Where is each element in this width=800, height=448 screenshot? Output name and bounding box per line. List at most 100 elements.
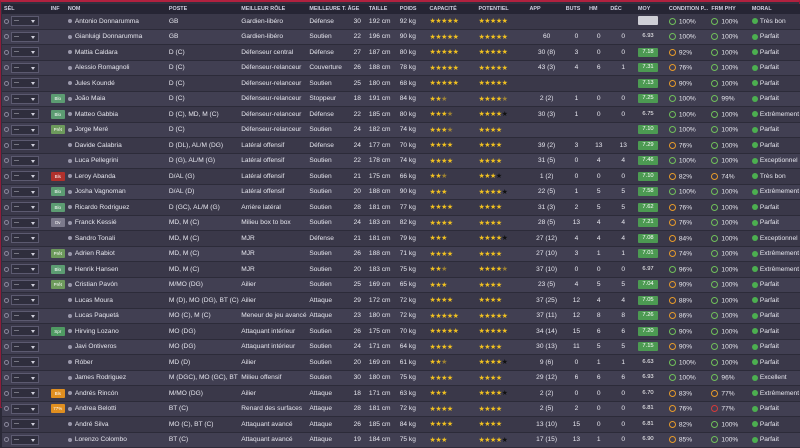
player-name[interactable]: Lucas Moura (75, 297, 113, 304)
selection-dropdown[interactable]: — (11, 388, 39, 399)
selection-dropdown[interactable]: — (11, 372, 39, 383)
player-name[interactable]: Javi Ontiveros (75, 343, 117, 350)
player-row[interactable]: — Spr Hirving Lozano MO (DG) Attaquant intér… (2, 323, 800, 340)
selection-dropdown[interactable]: — (11, 78, 39, 89)
select-radio[interactable] (4, 65, 9, 71)
select-radio[interactable] (4, 266, 9, 272)
select-radio[interactable] (4, 313, 9, 319)
selection-dropdown[interactable]: — (11, 202, 39, 213)
status-badge[interactable]: Blo (50, 94, 65, 104)
column-header-match-fitness[interactable]: FRM PHY (709, 4, 750, 14)
player-row[interactable]: — Róber MD (D) Ailier Soutien 20 169 cm 61 kg ★★… (2, 354, 800, 371)
player-name-cell[interactable]: Lorenzo Colombo (65, 432, 167, 448)
player-row[interactable]: — Jules Koundé D (C) Défenseur-relanceur Sou… (2, 75, 800, 92)
player-name-cell[interactable]: Luca Pellegrini (65, 153, 167, 169)
column-header-name[interactable]: NOM (65, 4, 167, 14)
player-row[interactable]: — Javi Ontiveros MO (DG) Attaquant intérieu… (2, 339, 800, 355)
player-name-cell[interactable]: Lucas Moura (65, 292, 167, 309)
player-row[interactable]: — Blo Henrik Hansen MD, M (C) MJR Soutien 20 18… (2, 261, 800, 278)
player-name-cell[interactable]: Davide Calabria (65, 137, 167, 154)
player-name[interactable]: Franck Kessié (75, 219, 117, 226)
selection-dropdown[interactable]: — (11, 171, 39, 182)
status-badge[interactable]: Prêt (50, 125, 65, 135)
selection-dropdown[interactable]: — (11, 248, 39, 259)
selection-dropdown[interactable]: — (11, 357, 39, 368)
column-header-position[interactable]: POSTE (166, 4, 240, 14)
player-row[interactable]: — Lorenzo Colombo BT (C) Attaquant avancé At… (2, 432, 800, 448)
player-row[interactable]: — Dv Franck Kessié MD, M (C) Milieu box to b… (2, 215, 800, 231)
column-header-morale[interactable]: MORAL (749, 4, 800, 14)
selection-dropdown[interactable]: — (11, 16, 39, 27)
player-name-cell[interactable]: Ricardo Rodriguez (65, 199, 167, 216)
select-radio[interactable] (4, 34, 9, 40)
selection-dropdown[interactable]: — (11, 233, 39, 244)
player-row[interactable]: — André Silva MO (C), BT (C) Attaquant avan… (2, 416, 800, 433)
player-name-cell[interactable]: Cristian Pavón (65, 277, 167, 293)
player-row[interactable]: — Blo Matteo Gabbia D (C), MD, M (C) Défense… (2, 106, 800, 123)
column-header-avg-rating[interactable]: MOY (636, 4, 667, 14)
player-name[interactable]: Adrien Rabiot (75, 250, 115, 257)
player-name-cell[interactable]: Leroy Abanda (65, 168, 167, 185)
player-name[interactable]: Cristian Pavón (75, 281, 118, 288)
selection-dropdown[interactable]: — (11, 419, 39, 430)
column-header-sel[interactable]: SÉL (2, 4, 49, 14)
player-name[interactable]: Matteo Gabbia (75, 111, 118, 118)
player-name-cell[interactable]: Hirving Lozano (65, 323, 167, 340)
player-name[interactable]: Andrea Belotti (75, 405, 116, 412)
player-name[interactable]: Gianluigi Donnarumma (75, 33, 142, 40)
player-name-cell[interactable]: Mattia Caldara (65, 44, 167, 61)
select-radio[interactable] (4, 406, 9, 412)
select-radio[interactable] (4, 421, 9, 427)
status-badge[interactable]: Bls (50, 171, 65, 181)
select-radio[interactable] (4, 204, 9, 210)
player-name-cell[interactable]: Andrés Rincón (65, 385, 167, 402)
player-name[interactable]: Leroy Abanda (75, 173, 116, 180)
player-name[interactable]: Henrik Hansen (75, 266, 119, 273)
player-row[interactable]: — Lucas Moura M (D), MO (DG), BT (C) Ailier… (2, 292, 800, 309)
column-header-condition[interactable]: CONDITION P... (666, 4, 710, 14)
player-name-cell[interactable]: Jules Koundé (65, 75, 167, 92)
selection-dropdown[interactable]: — (11, 155, 39, 166)
select-radio[interactable] (4, 158, 9, 164)
status-badge[interactable]: Blo (50, 202, 65, 212)
player-row[interactable]: — Gianluigi Donnarumma GB Gardien-libéro Sou… (2, 29, 800, 45)
selection-dropdown[interactable]: — (11, 62, 39, 73)
column-header-weight[interactable]: POIDS (397, 4, 428, 14)
select-radio[interactable] (4, 80, 9, 86)
select-radio[interactable] (4, 235, 9, 241)
player-row[interactable]: — Blo Josha Vagnoman D/AL (D) Latéral offens… (2, 184, 800, 200)
select-radio[interactable] (4, 282, 9, 288)
status-badge[interactable]: Blo (50, 109, 65, 119)
player-name-cell[interactable]: Jorge Meré (65, 122, 167, 138)
select-radio[interactable] (4, 111, 9, 117)
column-header-goals[interactable]: BUTS (563, 4, 588, 14)
player-name-cell[interactable]: Andrea Belotti (65, 401, 167, 417)
select-radio[interactable] (4, 359, 9, 365)
column-header-mom[interactable]: HM (587, 4, 609, 14)
selection-dropdown[interactable]: — (11, 47, 39, 58)
column-header-best-role[interactable]: MEILLEUR RÔLE (239, 4, 308, 14)
player-name[interactable]: Hirving Lozano (75, 328, 119, 335)
selection-dropdown[interactable]: — (11, 403, 39, 414)
player-name[interactable]: André Silva (75, 421, 109, 428)
selection-dropdown[interactable]: — (11, 279, 39, 290)
selection-dropdown[interactable]: — (11, 217, 39, 228)
select-radio[interactable] (4, 189, 9, 195)
player-row[interactable]: — Davide Calabria D (DL), AL/M (DG) Latéral… (2, 137, 800, 154)
selection-dropdown[interactable]: — (11, 434, 39, 445)
select-radio[interactable] (4, 375, 9, 381)
select-radio[interactable] (4, 328, 9, 334)
player-row[interactable]: — 77% Andrea Belotti BT (C) Renard des surfa… (2, 401, 800, 417)
player-row[interactable]: — Prêt Cristian Pavón M/MO (DG) Ailier Soutie… (2, 277, 800, 293)
player-name[interactable]: Róber (75, 359, 93, 366)
player-row[interactable]: — Alessio Romagnoli D (C) Défenseur-relance… (2, 60, 800, 76)
select-radio[interactable] (4, 142, 9, 148)
player-name[interactable]: Alessio Romagnoli (75, 64, 130, 71)
column-header-best-duty[interactable]: MEILLEURE TÂ... (307, 4, 346, 14)
player-row[interactable]: — Bls Leroy Abanda D/AL (G) Latéral offensif… (2, 168, 800, 185)
player-name-cell[interactable]: Josha Vagnoman (65, 184, 167, 200)
player-name-cell[interactable]: Henrik Hansen (65, 261, 167, 278)
player-name-cell[interactable]: James Rodriguez (65, 370, 167, 386)
select-radio[interactable] (4, 127, 9, 133)
player-name-cell[interactable]: João Maia (65, 91, 167, 107)
